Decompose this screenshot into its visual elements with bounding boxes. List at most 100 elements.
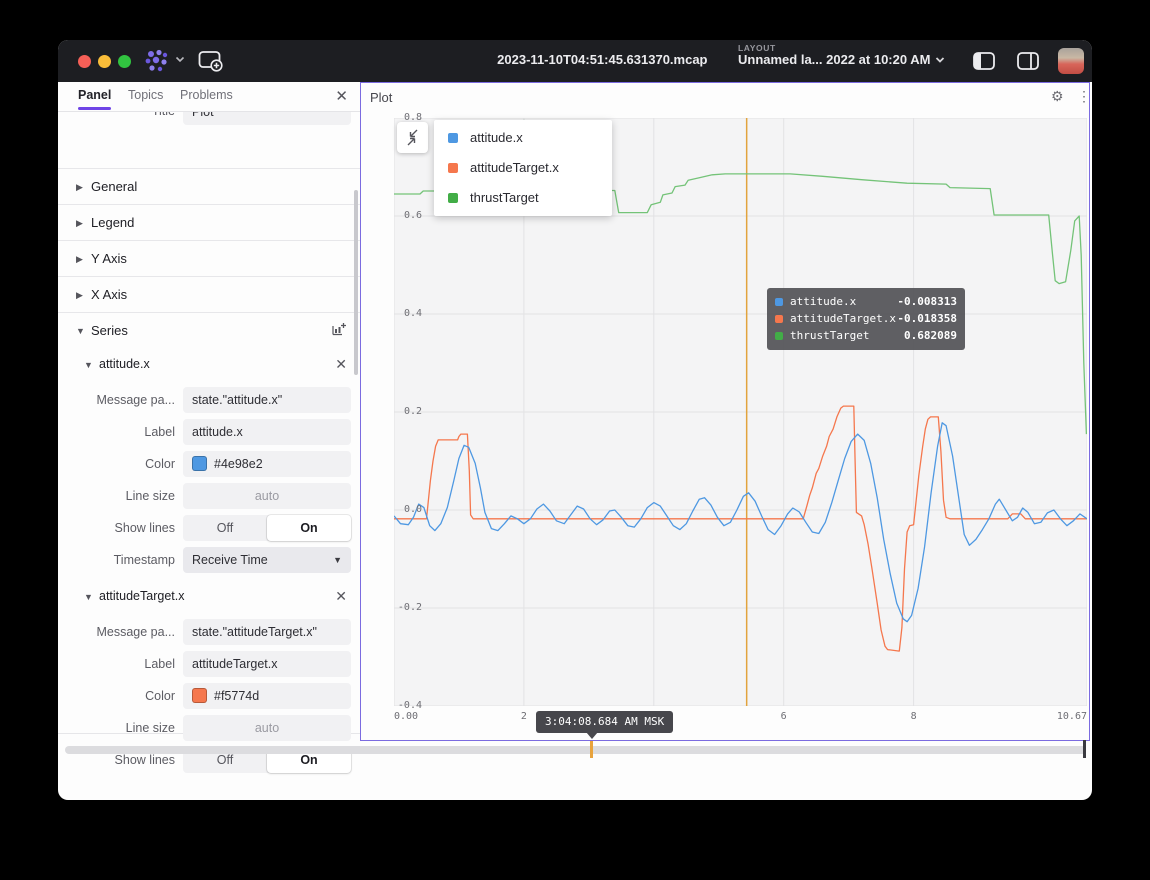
y-tick-label: -0.4: [392, 700, 422, 711]
color-swatch[interactable]: [192, 456, 207, 471]
label-input[interactable]: attitude.x: [183, 419, 351, 445]
tab-topics[interactable]: Topics: [128, 88, 163, 102]
show-lines-toggle: Off On: [183, 515, 351, 541]
panel-settings-gear-icon[interactable]: ⚙: [1051, 88, 1064, 105]
tooltip-row: attitudeTarget.x -0.018358: [775, 311, 957, 328]
x-tick-label: 8: [911, 711, 917, 722]
x-tick-label: 6: [781, 711, 787, 722]
series-color-swatch: [448, 193, 458, 203]
field-color: Color #4e98e2: [58, 448, 360, 480]
tab-panel[interactable]: Panel: [78, 88, 111, 102]
settings-sidebar: Panel Topics Problems ✕ Title Plot ▶Gene…: [58, 82, 360, 734]
y-tick-label: 0.0: [392, 504, 422, 515]
y-tick-label: 0.2: [392, 406, 422, 417]
section-y-axis[interactable]: ▶Y Axis: [58, 240, 360, 277]
y-tick-label: 0.6: [392, 210, 422, 221]
chevron-down-icon: ▼: [333, 547, 342, 573]
line-size-input[interactable]: auto: [183, 483, 351, 509]
tooltip-row: thrustTarget 0.682089: [775, 328, 957, 345]
series-color-swatch: [775, 315, 783, 323]
label-input[interactable]: attitudeTarget.x: [183, 651, 351, 677]
layout-chevron-icon[interactable]: [934, 54, 946, 66]
layout-name: Unnamed la... 2022 at 10:20 AM: [738, 53, 930, 67]
title-field-input[interactable]: Plot: [183, 112, 351, 125]
plot-panel[interactable]: Plot ⚙ ⋮ 0.80.60.40.20.0-0.2-0.4 0.00246…: [360, 82, 1090, 741]
scrubber-hover-time-tooltip: 3:04:08.684 AM MSK: [536, 711, 673, 733]
section-series[interactable]: ▼ Series: [58, 312, 360, 349]
toggle-right-sidebar-button[interactable]: [1016, 49, 1040, 73]
titlebar: 2023-11-10T04:51:45.631370.mcap LAYOUT U…: [58, 40, 1092, 82]
plot-hover-tooltip: attitude.x -0.008313 attitudeTarget.x -0…: [767, 288, 965, 350]
scrubber-hover-marker: [590, 741, 593, 758]
field-message-path: Message pa... state."attitude.x": [58, 384, 360, 416]
color-input[interactable]: #4e98e2: [183, 451, 351, 477]
caret-down-icon: ▼: [76, 326, 85, 336]
show-lines-on-button[interactable]: On: [267, 515, 351, 541]
x-tick-label: 0.00: [394, 711, 418, 722]
data-source-title[interactable]: 2023-11-10T04:51:45.631370.mcap: [497, 52, 707, 67]
field-label: Label attitude.x: [58, 416, 360, 448]
remove-series-icon[interactable]: ✕: [335, 356, 347, 373]
scrubber-playhead[interactable]: [1083, 740, 1086, 758]
field-label: Label attitudeTarget.x: [58, 648, 360, 680]
field-line-size: Line size auto: [58, 712, 360, 744]
layout-selector[interactable]: LAYOUT Unnamed la... 2022 at 10:20 AM: [738, 44, 930, 68]
timestamp-select[interactable]: Receive Time▼: [183, 547, 351, 573]
series-header-attitude-x[interactable]: ▼ attitude.x ✕: [58, 348, 360, 382]
field-show-lines: Show lines Off On: [58, 512, 360, 544]
section-general[interactable]: ▶General: [58, 168, 360, 205]
section-x-axis[interactable]: ▶X Axis: [58, 276, 360, 313]
caret-down-icon: ▼: [84, 592, 93, 602]
remove-series-icon[interactable]: ✕: [335, 588, 347, 605]
caret-right-icon: ▶: [76, 182, 83, 193]
caret-down-icon: ▼: [84, 360, 93, 370]
series-color-swatch: [448, 163, 458, 173]
add-panel-icon[interactable]: [198, 50, 224, 72]
x-tick-label: 2: [521, 711, 527, 722]
tooltip-row: attitude.x -0.008313: [775, 294, 957, 311]
color-input[interactable]: #f5774d: [183, 683, 351, 709]
message-path-input[interactable]: state."attitudeTarget.x": [183, 619, 351, 645]
legend-item[interactable]: thrustTarget: [434, 182, 612, 213]
legend-item[interactable]: attitudeTarget.x: [434, 152, 612, 183]
title-field-label: Title: [152, 112, 175, 118]
series-header-attitude-target-x[interactable]: ▼ attitudeTarget.x ✕: [58, 580, 360, 614]
close-window-button[interactable]: [78, 55, 91, 68]
section-legend[interactable]: ▶Legend: [58, 204, 360, 241]
data-source-chevron-icon[interactable]: [174, 53, 186, 65]
collapse-legend-button[interactable]: [397, 122, 428, 153]
sidebar-tabs: Panel Topics Problems ✕: [58, 82, 360, 112]
playback-scrubber[interactable]: [65, 746, 1086, 754]
series-color-swatch: [775, 298, 783, 306]
field-line-size: Line size auto: [58, 480, 360, 512]
color-swatch[interactable]: [192, 688, 207, 703]
caret-right-icon: ▶: [76, 254, 83, 265]
x-tick-label: 10.67: [1057, 711, 1087, 722]
app-window: 2023-11-10T04:51:45.631370.mcap LAYOUT U…: [58, 40, 1092, 800]
foxglove-logo-icon[interactable]: [144, 49, 170, 73]
plot-legend: attitude.x attitudeTarget.x thrustTarget: [434, 120, 612, 216]
show-lines-off-button[interactable]: Off: [183, 515, 267, 541]
toggle-left-sidebar-button[interactable]: [972, 49, 996, 73]
series-color-swatch: [775, 332, 783, 340]
plot-panel-title: Plot: [370, 90, 392, 105]
minimize-window-button[interactable]: [98, 55, 111, 68]
add-series-icon[interactable]: [331, 321, 347, 337]
zoom-window-button[interactable]: [118, 55, 131, 68]
y-tick-label: -0.2: [392, 602, 422, 613]
message-path-input[interactable]: state."attitude.x": [183, 387, 351, 413]
y-tick-label: 0.4: [392, 308, 422, 319]
sidebar-scrollbar[interactable]: [354, 190, 358, 375]
field-message-path: Message pa... state."attitudeTarget.x": [58, 616, 360, 648]
series-color-swatch: [448, 133, 458, 143]
caret-right-icon: ▶: [76, 218, 83, 229]
field-color: Color #f5774d: [58, 680, 360, 712]
sidebar-close-icon[interactable]: ✕: [335, 87, 348, 105]
user-avatar[interactable]: [1058, 48, 1084, 74]
panel-menu-dots-icon[interactable]: ⋮: [1077, 88, 1091, 105]
caret-right-icon: ▶: [76, 290, 83, 301]
line-size-input[interactable]: auto: [183, 715, 351, 741]
tab-problems[interactable]: Problems: [180, 88, 233, 102]
legend-item[interactable]: attitude.x: [434, 122, 612, 153]
field-timestamp: Timestamp Receive Time▼: [58, 544, 360, 576]
